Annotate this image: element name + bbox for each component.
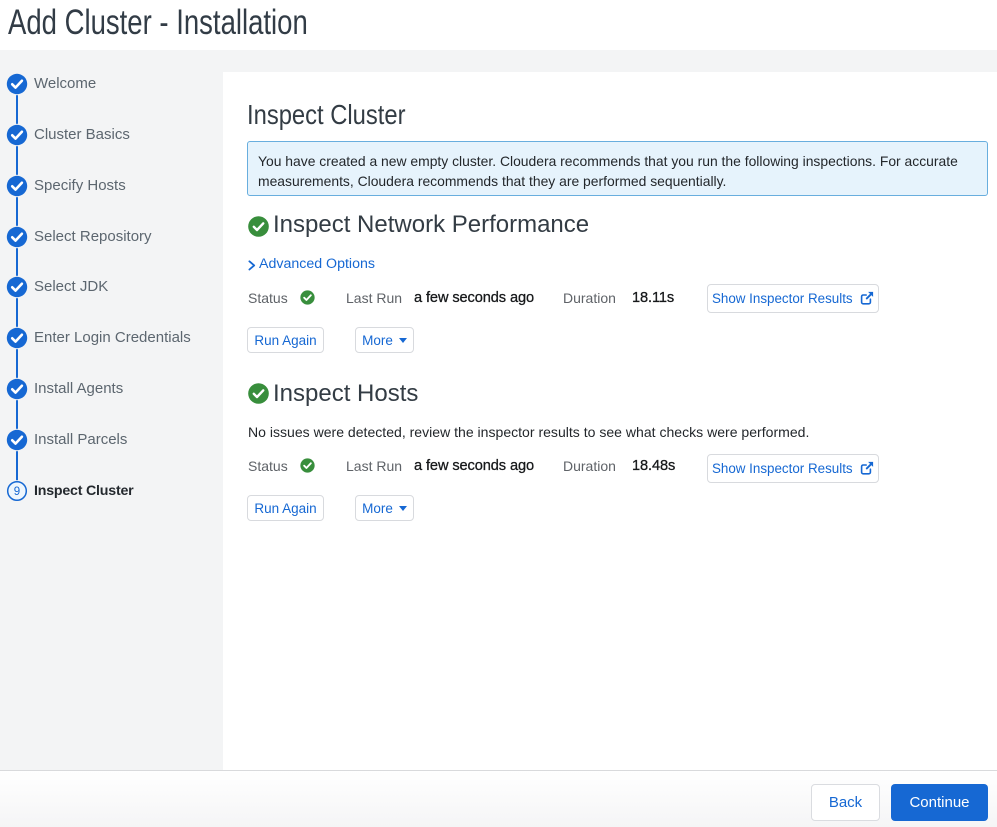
svg-text:9: 9: [14, 486, 20, 498]
